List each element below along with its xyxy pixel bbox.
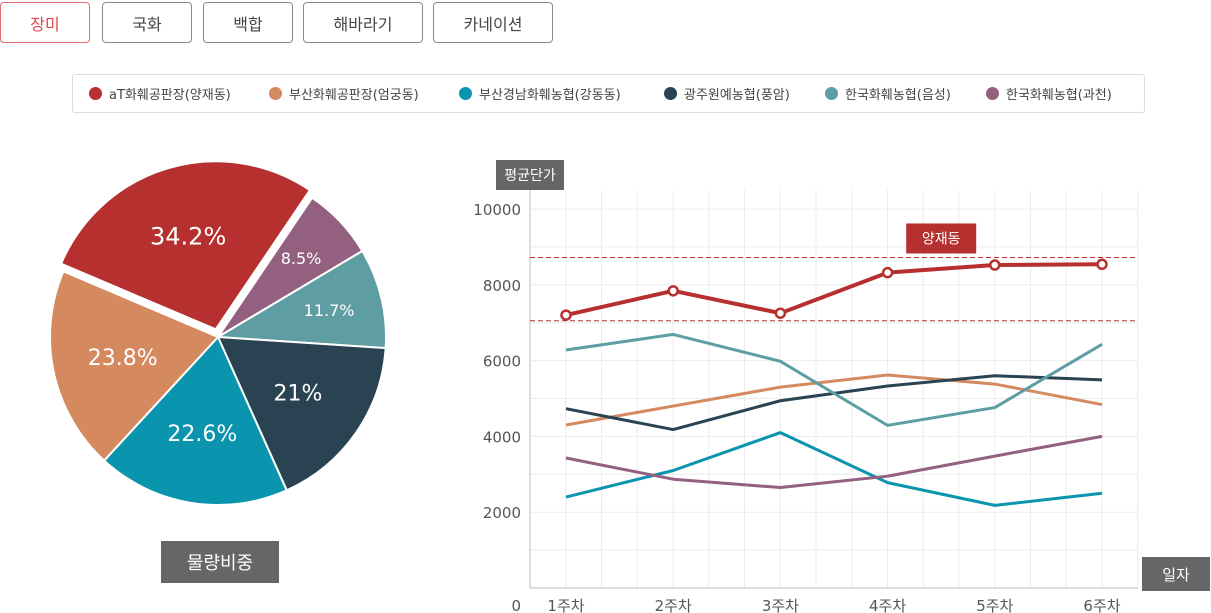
series-point[interactable] <box>560 309 572 321</box>
x-tick-label: 6주차 <box>1083 597 1120 613</box>
legend-item[interactable]: 한국화훼농협(음성) <box>825 75 951 112</box>
legend-item[interactable]: 광주원예농협(풍암) <box>664 75 790 112</box>
pie-slice-label: 34.2% <box>150 222 226 250</box>
legend-label: 한국화훼농협(과천) <box>1006 88 1112 103</box>
pie-slice-label: 21% <box>274 381 323 406</box>
y-axis-title: 평균단가 <box>496 160 564 190</box>
tab-carnation[interactable]: 카네이션 <box>433 2 553 43</box>
series-line[interactable] <box>565 262 1103 318</box>
series-line[interactable] <box>565 434 1103 490</box>
chart-legend: aT화훼공판장(양재동) 부산화훼공판장(엄궁동) 부산경남화훼농협(강동동) … <box>72 74 1145 113</box>
y-tick-label: 0 <box>511 597 521 613</box>
legend-label: 부산경남화훼농협(강동동) <box>479 88 621 103</box>
x-tick-label: 1주차 <box>547 597 584 613</box>
legend-label: 광주원예농협(풍암) <box>684 88 790 103</box>
legend-item[interactable]: 부산화훼공판장(엄궁동) <box>269 75 419 112</box>
series-line[interactable] <box>565 373 1103 427</box>
legend-dot-icon <box>825 87 838 100</box>
series-point[interactable] <box>774 307 787 319</box>
tab-rose[interactable]: 장미 <box>0 2 90 43</box>
y-tick-label: 4000 <box>483 428 521 446</box>
tab-chrysanthemum[interactable]: 국화 <box>102 2 192 43</box>
y-tick-label: 10000 <box>473 201 521 219</box>
x-tick-label: 4주차 <box>869 597 906 613</box>
pie-slice-label: 23.8% <box>88 346 158 371</box>
legend-label: aT화훼공판장(양재동) <box>109 88 231 103</box>
series-point[interactable] <box>989 259 1001 271</box>
annotation-label: 양재동 <box>922 231 961 247</box>
series-point[interactable] <box>1096 258 1108 271</box>
y-tick-label: 2000 <box>483 504 521 522</box>
tab-lily[interactable]: 백합 <box>203 2 293 43</box>
legend-item[interactable]: aT화훼공판장(양재동) <box>89 75 231 112</box>
legend-item[interactable]: 부산경남화훼농협(강동동) <box>459 75 621 112</box>
pie-caption: 물량비중 <box>161 541 279 583</box>
legend-item[interactable]: 한국화훼농협(과천) <box>986 75 1112 112</box>
x-axis-title: 일자 <box>1142 557 1210 591</box>
series-point[interactable] <box>667 285 679 297</box>
x-tick-label: 2주차 <box>655 597 692 613</box>
series-line[interactable] <box>565 374 1103 432</box>
legend-label: 한국화훼농협(음성) <box>845 88 951 103</box>
legend-dot-icon <box>89 87 102 100</box>
series-point[interactable] <box>881 266 894 279</box>
pie-slice-label: 22.6% <box>167 422 237 447</box>
line-chart: 10000 8000 6000 4000 2000 0 1주차 2주차 3주차 4주차 5주차 6주차… <box>473 190 1139 613</box>
y-tick-label: 6000 <box>483 353 521 371</box>
x-tick-label: 5주차 <box>976 597 1013 613</box>
legend-dot-icon <box>459 87 472 100</box>
pie-chart: 34.2% 8.5% 11.7% 21% 22.6% 23.8% <box>49 160 387 506</box>
x-tick-label: 3주차 <box>762 597 799 613</box>
legend-label: 부산화훼공판장(엄궁동) <box>289 88 419 103</box>
pie-slice-label: 11.7% <box>304 301 355 320</box>
legend-dot-icon <box>986 87 999 100</box>
series-line[interactable] <box>565 431 1103 507</box>
legend-dot-icon <box>664 87 677 100</box>
legend-dot-icon <box>269 87 282 100</box>
pie-slice-label: 8.5% <box>281 249 322 268</box>
tab-sunflower[interactable]: 해바라기 <box>303 2 423 43</box>
y-tick-label: 8000 <box>483 277 521 295</box>
